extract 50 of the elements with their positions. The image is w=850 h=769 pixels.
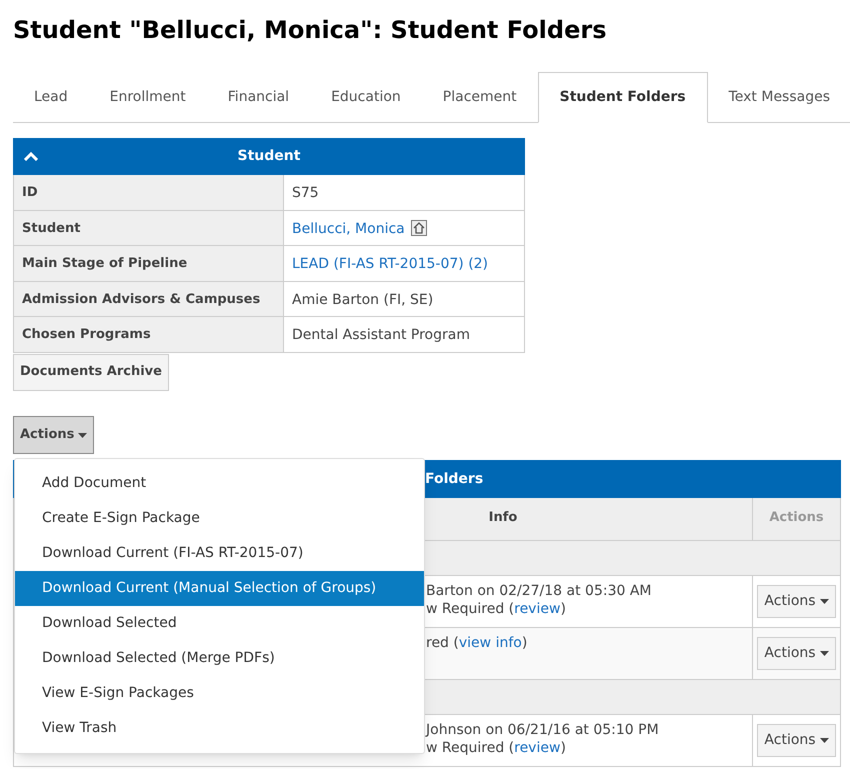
documents-archive-button[interactable]: Documents Archive: [13, 354, 169, 390]
column-header: Actions: [769, 509, 824, 527]
tab[interactable]: Education: [310, 72, 422, 123]
home-icon[interactable]: [410, 220, 427, 236]
tab[interactable]: Lead: [13, 72, 89, 123]
caret-icon: [820, 738, 829, 743]
tab[interactable]: Enrollment: [88, 72, 207, 123]
menu-item[interactable]: Create E-Sign Package: [15, 501, 424, 536]
tab[interactable]: Placement: [422, 72, 538, 123]
field-label: Main Stage of Pipeline: [14, 246, 284, 280]
info-text: w Required (review): [426, 739, 567, 757]
row-actions-button[interactable]: Actions: [757, 724, 836, 757]
chevron-up-icon: [24, 151, 38, 161]
menu-item[interactable]: Download Selected: [15, 606, 424, 641]
field-label: Chosen Programs: [14, 317, 284, 352]
info-text: Johnson on 06/21/16 at 05:10 PM: [426, 721, 660, 739]
info-link[interactable]: view info: [458, 635, 522, 651]
menu-item[interactable]: Download Current (FI-AS RT-2015-07): [15, 536, 424, 571]
field-label: Admission Advisors & Campuses: [14, 282, 284, 316]
info-text: Barton on 02/27/18 at 05:30 AM: [426, 582, 653, 600]
menu-item[interactable]: View E-Sign Packages: [15, 676, 424, 711]
field-link[interactable]: LEAD (FI-AS RT-2015-07) (2): [292, 254, 488, 275]
menu-item[interactable]: Download Current (Manual Selection of Groups): [15, 571, 424, 606]
field-link[interactable]: Bellucci, Monica: [292, 218, 405, 240]
field-value: S75: [292, 184, 319, 203]
info-link[interactable]: review: [514, 601, 560, 617]
field-value: Amie Barton (FI, SE): [292, 290, 434, 310]
field-value: Dental Assistant Program: [292, 326, 470, 345]
field-label: ID: [14, 175, 284, 210]
actions-button[interactable]: Actions: [13, 416, 94, 454]
table-title: Folders: [425, 470, 484, 488]
caret-icon: [820, 651, 829, 656]
menu-item[interactable]: Download Selected (Merge PDFs): [15, 641, 424, 676]
caret-icon: [820, 599, 829, 604]
info-text: red (view info): [426, 634, 528, 652]
column-header: Info: [488, 509, 518, 527]
tab[interactable]: Student Folders: [538, 72, 708, 123]
info-link[interactable]: review: [514, 740, 560, 756]
menu-item[interactable]: View Trash: [15, 711, 424, 746]
menu-item[interactable]: Add Document: [15, 466, 424, 501]
tab[interactable]: Financial: [206, 72, 310, 123]
panel-title: Student: [238, 147, 300, 166]
row-actions-button[interactable]: Actions: [757, 585, 836, 618]
panel-header[interactable]: Student: [13, 138, 525, 175]
caret-icon: [78, 432, 88, 438]
info-text: w Required (review): [426, 600, 567, 618]
row-actions-button[interactable]: Actions: [757, 637, 836, 670]
page-title: Student "Bellucci, Monica": Student Folders: [13, 15, 606, 46]
field-label: Student: [14, 210, 284, 245]
tab[interactable]: Text Messages: [708, 72, 850, 123]
